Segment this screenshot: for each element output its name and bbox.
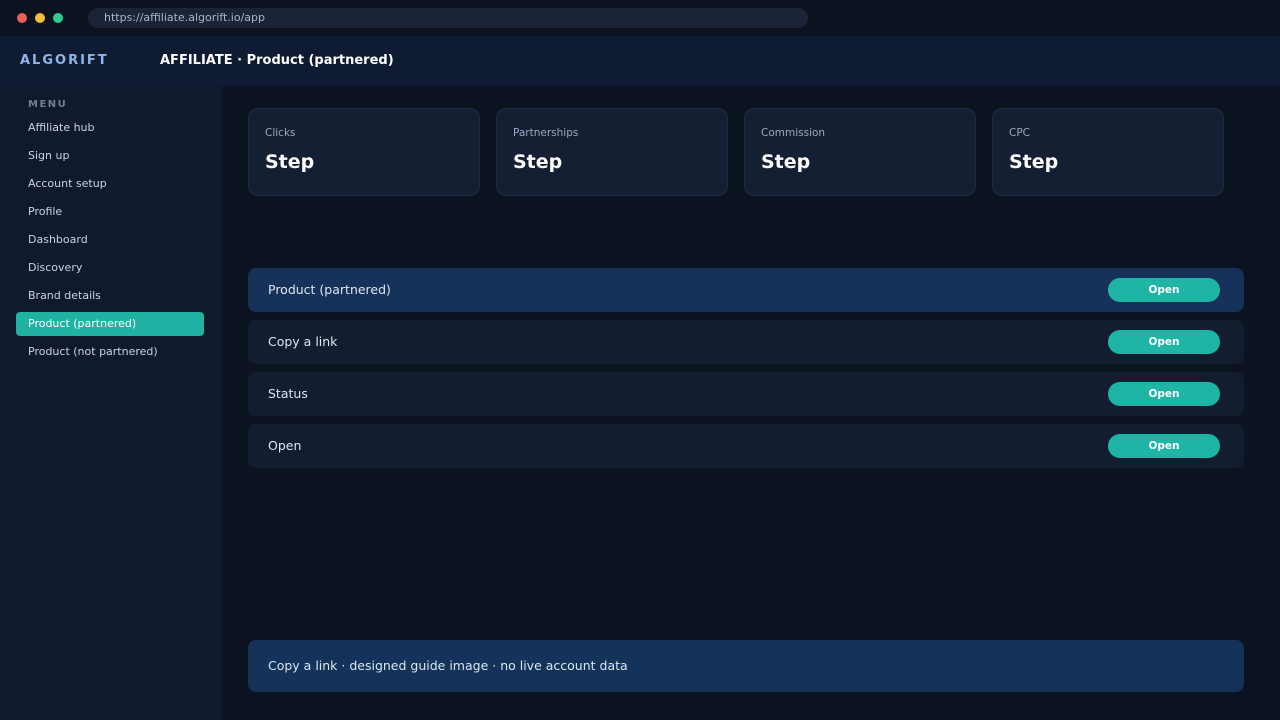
open-button[interactable]: Open [1108,278,1220,302]
kpi-label: Commission [761,127,826,139]
row-label: Status [268,386,308,401]
kpi-label: CPC [1009,127,1030,139]
sidebar-item-sign-up[interactable]: Sign up [16,144,204,168]
open-button[interactable]: Open [1108,330,1220,354]
sidebar-nav: Affiliate hub Sign up Account setup Prof… [16,116,204,368]
maximize-window-dot[interactable] [53,13,63,23]
main-content: Clicks Step Partnerships Step Commission… [222,86,1280,720]
sidebar-item-product-partnered[interactable]: Product (partnered) [16,312,204,336]
sidebar-item-profile[interactable]: Profile [16,200,204,224]
sidebar-item-discovery[interactable]: Discovery [16,256,204,280]
page-title: AFFILIATE · Product (partnered) [160,53,394,68]
kpi-value: Step [1009,151,1059,173]
address-bar[interactable]: https://affiliate.algorift.io/app [88,8,808,28]
kpi-card-partnerships: Partnerships Step [496,108,728,196]
kpi-card-clicks: Clicks Step [248,108,480,196]
app-header: ALGORIFT AFFILIATE · Product (partnered) [0,36,1280,86]
open-button[interactable]: Open [1108,434,1220,458]
kpi-card-commission: Commission Step [744,108,976,196]
open-button[interactable]: Open [1108,382,1220,406]
minimize-window-dot[interactable] [35,13,45,23]
list-row-copy-a-link[interactable]: Copy a link Open [248,320,1244,364]
row-label: Product (partnered) [268,282,391,297]
menu-heading: MENU [28,99,68,110]
brand-logo[interactable]: ALGORIFT [20,36,109,86]
sidebar-item-affiliate-hub[interactable]: Affiliate hub [16,116,204,140]
kpi-value: Step [513,151,563,173]
close-window-dot[interactable] [17,13,27,23]
sidebar-item-product-not-partnered[interactable]: Product (not partnered) [16,340,204,364]
kpi-label: Clicks [265,127,296,139]
row-label: Copy a link [268,334,338,349]
list-row-open[interactable]: Open Open [248,424,1244,468]
sidebar-item-dashboard[interactable]: Dashboard [16,228,204,252]
kpi-value: Step [761,151,811,173]
list-row-product-partnered[interactable]: Product (partnered) Open [248,268,1244,312]
kpi-card-cpc: CPC Step [992,108,1224,196]
list-row-status[interactable]: Status Open [248,372,1244,416]
guide-banner: Copy a link · designed guide image · no … [248,640,1244,692]
browser-chrome: https://affiliate.algorift.io/app [0,0,1280,36]
row-label: Open [268,438,302,453]
kpi-value: Step [265,151,315,173]
sidebar-item-brand-details[interactable]: Brand details [16,284,204,308]
sidebar: MENU Affiliate hub Sign up Account setup… [0,86,222,720]
kpi-label: Partnerships [513,127,579,139]
sidebar-item-account-setup[interactable]: Account setup [16,172,204,196]
